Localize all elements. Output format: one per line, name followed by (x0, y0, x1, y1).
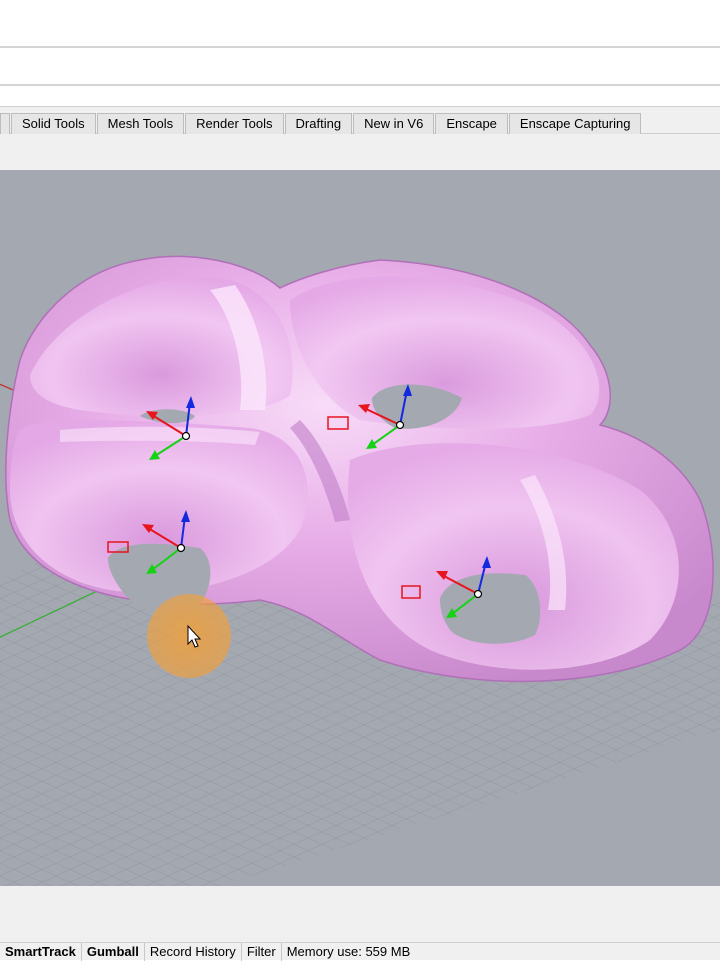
tab-mesh-tools[interactable]: Mesh Tools (96, 113, 185, 134)
tab-render-tools[interactable]: Render Tools (185, 113, 284, 134)
gumball-toggle[interactable]: Gumball (82, 942, 145, 961)
tab-clipped[interactable] (0, 113, 10, 134)
tab-enscape[interactable]: Enscape (435, 113, 508, 134)
command-history-area (0, 0, 720, 48)
viewport-tabs-area (0, 886, 720, 942)
tab-enscape-capturing[interactable]: Enscape Capturing (508, 113, 642, 134)
command-prompt[interactable] (0, 48, 720, 86)
toolbar-icon-strip (0, 134, 720, 170)
tab-solid-tools[interactable]: Solid Tools (11, 113, 96, 134)
record-history-toggle[interactable]: Record History (145, 942, 242, 961)
filter-toggle[interactable]: Filter (242, 942, 282, 961)
toolbar-spacer (0, 86, 720, 106)
toolbar-tab-bar: Solid Tools Mesh Tools Render Tools Draf… (0, 106, 720, 134)
mouse-cursor-highlight (147, 594, 231, 678)
perspective-viewport[interactable] (0, 170, 720, 886)
smarttrack-toggle[interactable]: SmartTrack (0, 942, 82, 961)
memory-usage: Memory use: 559 MB (286, 943, 411, 959)
tab-drafting[interactable]: Drafting (284, 113, 353, 134)
tab-new-in-v6[interactable]: New in V6 (353, 113, 435, 134)
status-bar: SmartTrack Gumball Record History Filter… (0, 942, 720, 961)
